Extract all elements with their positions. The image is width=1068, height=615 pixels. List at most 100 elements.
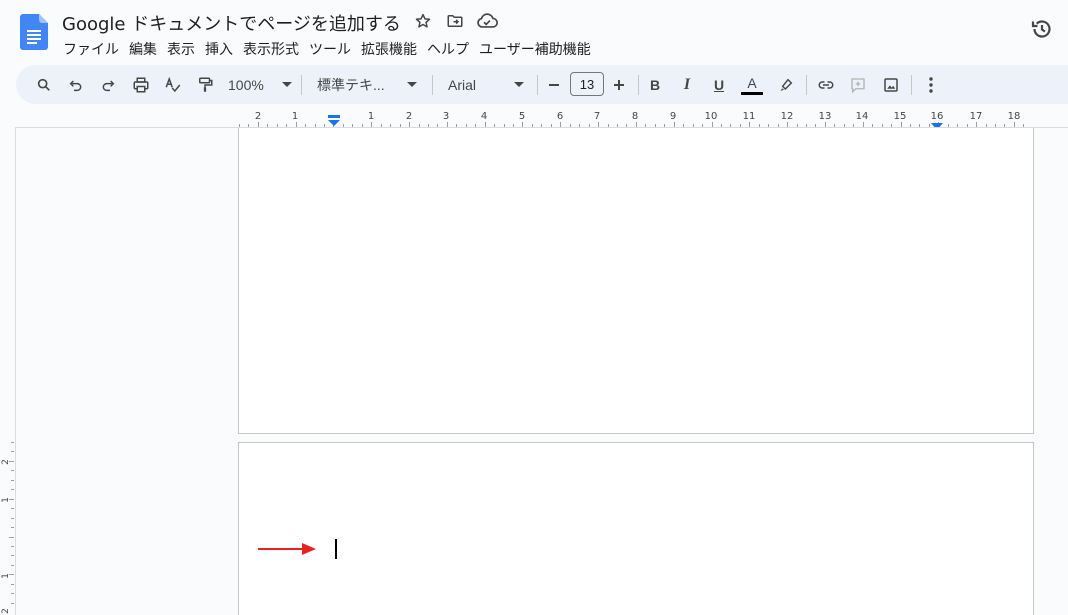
toolbar-divider	[301, 75, 302, 95]
ruler-label: 2	[254, 111, 262, 122]
ruler-label: 1	[367, 111, 375, 122]
paragraph-style-value: 標準テキ...	[317, 77, 385, 93]
menu-help[interactable]: ヘルプ	[422, 37, 474, 61]
chevron-down-icon	[407, 82, 417, 87]
vertical-ruler-tick	[11, 584, 14, 585]
text-cursor	[335, 539, 337, 559]
vertical-ruler-label: 2	[0, 459, 11, 465]
vertical-ruler-tick	[11, 518, 14, 519]
toolbar-divider	[537, 75, 538, 95]
underline-button[interactable]: U	[710, 73, 728, 97]
zoom-select[interactable]: 100%	[228, 73, 292, 97]
vertical-ruler-tick	[11, 489, 14, 490]
version-history-icon[interactable]	[1028, 15, 1056, 43]
menu-file[interactable]: ファイル	[58, 37, 124, 61]
ruler-label: 10	[704, 111, 718, 122]
decrease-font-size-icon[interactable]	[546, 73, 562, 97]
vertical-ruler-tick	[11, 546, 14, 547]
italic-label: I	[683, 76, 691, 93]
vertical-ruler-tick	[11, 480, 14, 481]
ruler-label: 8	[631, 111, 639, 122]
document-title[interactable]: Google ドキュメントでページを追加する	[62, 10, 401, 36]
vertical-ruler-tick	[11, 565, 14, 566]
vertical-ruler-tick	[9, 537, 14, 538]
font-family-select[interactable]: Arial	[448, 73, 524, 97]
menu-format[interactable]: 表示形式	[238, 37, 304, 61]
add-comment-icon[interactable]	[847, 73, 869, 97]
paint-format-icon[interactable]	[194, 73, 216, 97]
search-menus-icon[interactable]	[34, 73, 54, 97]
vertical-ruler-tick	[11, 527, 14, 528]
vertical-ruler-label: 1	[0, 497, 11, 503]
italic-button[interactable]: I	[678, 73, 696, 97]
vertical-ruler-tick	[11, 470, 14, 471]
ruler-label: 11	[742, 111, 756, 122]
document-page[interactable]	[238, 128, 1034, 434]
bold-label: B	[649, 77, 661, 93]
chevron-down-icon	[514, 82, 524, 87]
ruler-label: 7	[593, 111, 601, 122]
highlight-color-icon[interactable]	[776, 73, 796, 97]
menu-view[interactable]: 表示	[162, 37, 200, 61]
text-color-letter: A	[747, 74, 757, 91]
ruler-label: 17	[969, 111, 983, 122]
bold-button[interactable]: B	[646, 73, 664, 97]
font-size-input[interactable]: 13	[570, 72, 604, 96]
ruler-label: 14	[855, 111, 869, 122]
vertical-ruler-tick	[11, 508, 14, 509]
canvas-divider	[15, 128, 16, 615]
ruler-label: 12	[780, 111, 794, 122]
toolbar: 100% 標準テキ... Arial 13 B I U A	[16, 65, 1068, 104]
insert-link-icon[interactable]	[815, 73, 837, 97]
ruler-label: 15	[893, 111, 907, 122]
annotation-arrow-icon	[258, 542, 318, 561]
print-icon[interactable]	[130, 73, 152, 97]
vertical-ruler-label: 2	[0, 608, 11, 614]
ruler-label: 6	[556, 111, 564, 122]
toolbar-divider	[911, 75, 912, 95]
menu-edit[interactable]: 編集	[124, 37, 162, 61]
menu-bar: ファイル 編集 表示 挿入 表示形式 ツール 拡張機能 ヘルプ ユーザー補助機能	[58, 37, 596, 61]
undo-icon[interactable]	[66, 73, 86, 97]
menu-extensions[interactable]: 拡張機能	[356, 37, 422, 61]
vertical-ruler[interactable]: 2 1 1 2	[0, 440, 15, 615]
toolbar-divider	[638, 75, 639, 95]
toolbar-divider	[432, 75, 433, 95]
cloud-saved-icon[interactable]	[476, 10, 498, 32]
ruler-label: 9	[669, 111, 677, 122]
vertical-ruler-tick	[11, 603, 14, 604]
document-page-new[interactable]	[238, 442, 1034, 615]
text-color-swatch	[741, 91, 763, 95]
vertical-ruler-tick	[11, 442, 14, 443]
vertical-ruler-tick	[11, 593, 14, 594]
move-to-folder-icon[interactable]	[444, 10, 466, 32]
menu-tools[interactable]: ツール	[304, 37, 356, 61]
vertical-ruler-tick	[11, 555, 14, 556]
insert-image-icon[interactable]	[880, 73, 902, 97]
increase-font-size-icon[interactable]	[611, 73, 627, 97]
chevron-down-icon	[282, 82, 292, 87]
underline-label: U	[713, 77, 725, 93]
ruler-label: 4	[480, 111, 488, 122]
ruler-label: 5	[518, 111, 526, 122]
vertical-ruler-label: 1	[0, 573, 11, 579]
ruler-label: 2	[405, 111, 413, 122]
vertical-ruler-tick	[11, 451, 14, 452]
zoom-value: 100%	[228, 77, 264, 93]
menu-accessibility[interactable]: ユーザー補助機能	[474, 37, 596, 61]
ruler-label: 1	[291, 111, 299, 122]
ruler-label: 3	[442, 111, 450, 122]
spelling-check-icon[interactable]	[162, 73, 184, 97]
paragraph-style-select[interactable]: 標準テキ...	[317, 73, 417, 97]
toolbar-divider	[806, 75, 807, 95]
star-icon[interactable]	[412, 10, 434, 32]
docs-logo-icon[interactable]	[20, 14, 48, 50]
ruler-label: 18	[1007, 111, 1021, 122]
horizontal-ruler[interactable]: 2 1 1 2 3 4 5 6 7 8 9 10 11 12 13 14 15 …	[0, 108, 1068, 130]
redo-icon[interactable]	[98, 73, 118, 97]
ruler-label: 13	[818, 111, 832, 122]
menu-insert[interactable]: 挿入	[200, 37, 238, 61]
font-family-value: Arial	[448, 77, 477, 93]
more-options-icon[interactable]	[922, 73, 940, 97]
text-color-button[interactable]: A	[740, 73, 764, 97]
